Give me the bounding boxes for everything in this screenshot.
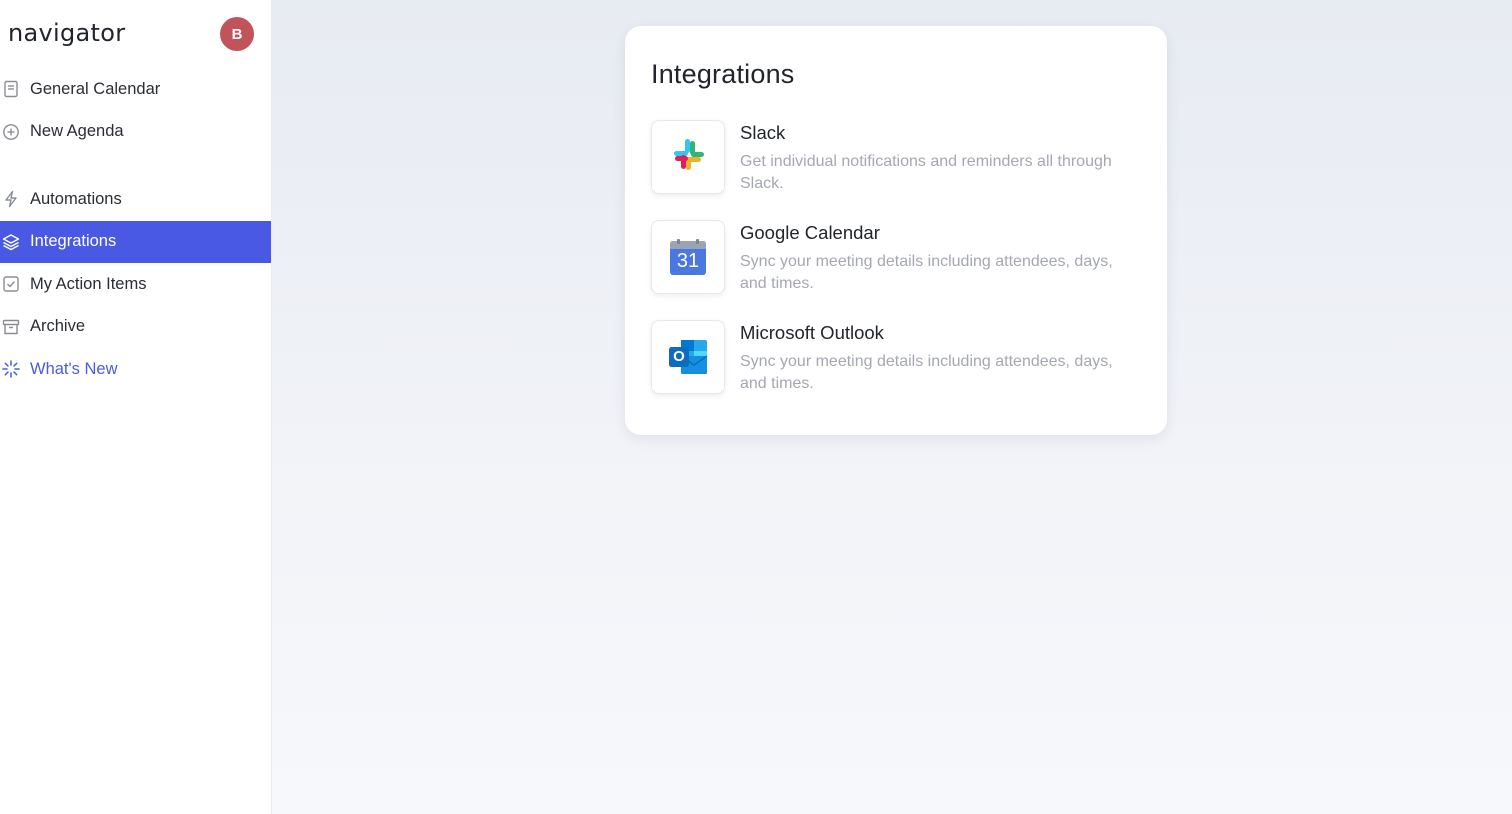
integration-name[interactable]: Slack [740, 122, 1120, 144]
sidebar-item-automations[interactable]: Automations [0, 178, 271, 221]
sidebar-item-label: Archive [30, 317, 86, 336]
sidebar-item-label: What's New [30, 359, 118, 378]
document-icon [2, 80, 20, 98]
avatar[interactable]: B [220, 17, 254, 51]
integration-description: Get individual notifications and reminde… [740, 153, 1112, 192]
slack-tile[interactable] [651, 120, 725, 194]
sidebar-item-my-action-items[interactable]: My Action Items [0, 263, 271, 306]
layers-icon [2, 233, 20, 251]
sidebar-nav: General Calendar New Agenda Automations [0, 68, 271, 391]
sparkle-icon [2, 360, 20, 378]
nav-spacer [0, 153, 271, 178]
outlook-info: Microsoft Outlook Sync your meeting deta… [740, 320, 1120, 395]
outlook-letter: O [673, 348, 685, 365]
outlook-tile[interactable]: O [651, 320, 725, 394]
integration-name[interactable]: Google Calendar [740, 222, 1120, 244]
archive-icon [2, 318, 20, 336]
integration-slack: Slack Get individual notifications and r… [651, 120, 1141, 220]
sidebar-item-whats-new[interactable]: What's New [0, 348, 271, 391]
integration-description: Sync your meeting details including atte… [740, 353, 1113, 392]
calendar-day-number: 31 [676, 250, 700, 272]
integration-name[interactable]: Microsoft Outlook [740, 322, 1120, 344]
sidebar: navigator B General Calendar New Agenda [0, 0, 272, 814]
checkbox-icon [2, 275, 20, 293]
sidebar-item-integrations[interactable]: Integrations [0, 220, 271, 263]
sidebar-item-general-calendar[interactable]: General Calendar [0, 68, 271, 111]
main-content: Integrations Slack Get individual notifi… [272, 0, 1512, 814]
sidebar-item-label: Automations [30, 189, 122, 208]
integrations-card: Integrations Slack Get individual notifi… [625, 26, 1167, 435]
plus-circle-icon [2, 123, 20, 141]
sidebar-item-label: New Agenda [30, 122, 124, 141]
slack-logo-icon [670, 137, 706, 178]
sidebar-item-label: Integrations [30, 232, 117, 251]
brand-row: navigator B [0, 0, 271, 68]
integration-microsoft-outlook: O Microsoft Outlook Sync your meeting de… [651, 320, 1141, 420]
page-title: Integrations [651, 59, 795, 89]
integration-description: Sync your meeting details including atte… [740, 253, 1113, 292]
integration-google-calendar: 31 Google Calendar Sync your meeting det… [651, 220, 1141, 320]
google-calendar-info: Google Calendar Sync your meeting detail… [740, 220, 1120, 295]
app-window: navigator B General Calendar New Agenda [0, 0, 1512, 814]
sidebar-item-label: General Calendar [30, 79, 161, 98]
slack-info: Slack Get individual notifications and r… [740, 120, 1120, 195]
lightning-icon [2, 190, 20, 208]
google-calendar-icon: 31 [668, 237, 708, 277]
sidebar-item-archive[interactable]: Archive [0, 306, 271, 349]
sidebar-item-label: My Action Items [30, 274, 147, 293]
sidebar-item-new-agenda[interactable]: New Agenda [0, 111, 271, 154]
outlook-icon: O [667, 338, 709, 376]
google-calendar-tile[interactable]: 31 [651, 220, 725, 294]
app-logo[interactable]: navigator [8, 19, 125, 47]
